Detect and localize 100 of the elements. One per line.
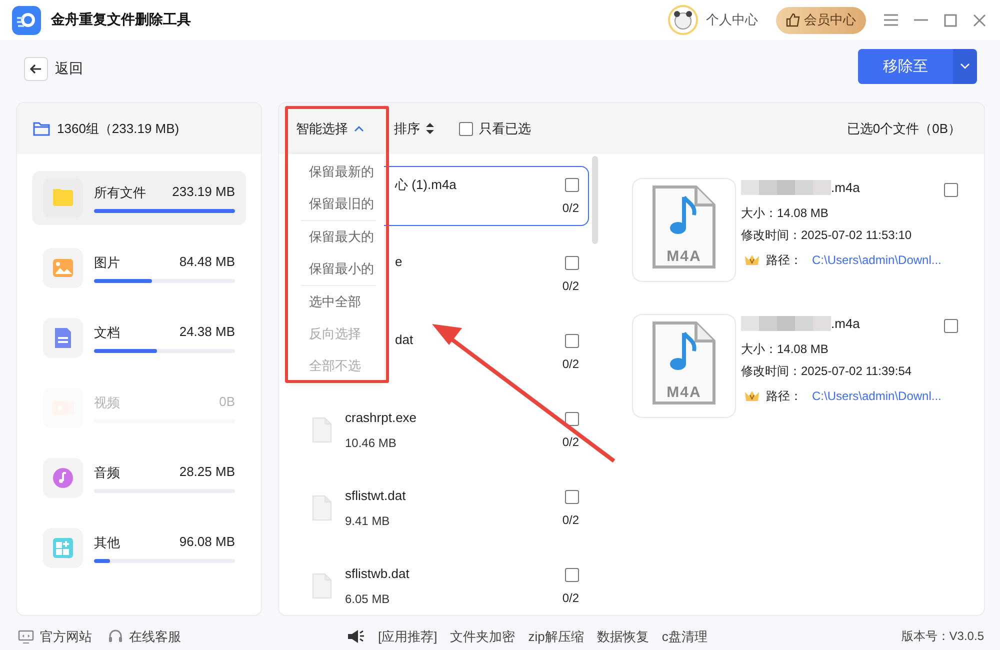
duplicate-count: 0/2 (562, 434, 579, 448)
folder-icon (33, 122, 50, 136)
file-name: dat (395, 332, 414, 348)
caret-icon (960, 63, 970, 69)
app-logo (12, 6, 41, 34)
back-arrow-icon (30, 64, 42, 74)
file-name: 心 (1).m4a (395, 176, 458, 194)
maximize-icon[interactable] (944, 14, 957, 26)
checkbox[interactable] (565, 490, 579, 504)
path-label: 路径： (766, 388, 802, 404)
image-icon (43, 248, 83, 288)
path-label: 路径： (766, 252, 802, 268)
avatar-icon[interactable] (668, 5, 698, 35)
only-selected-label[interactable]: 只看已选 (479, 120, 531, 138)
file-group-row[interactable]: sflistwb.dat 6.05 MB 0/2 (291, 556, 589, 615)
thumbs-up-icon (786, 13, 800, 27)
file-name: crashrpt.exe (345, 410, 418, 427)
app-title: 金舟重复文件删除工具 (51, 11, 191, 29)
dropdown-button[interactable] (953, 48, 977, 84)
category-name: 所有文件 (94, 184, 146, 202)
file-size: 6.05 MB (345, 592, 391, 606)
category-item[interactable]: 其他 96.08 MB (32, 521, 246, 575)
category-name: 视频 (94, 394, 120, 412)
audio-icon (43, 458, 83, 498)
checkbox[interactable] (565, 568, 579, 582)
category-size: 96.08 MB (179, 534, 235, 550)
file-size: 9.41 MB (345, 514, 391, 528)
version-label: 版本号：V3.0.5 (901, 628, 984, 645)
category-size: 84.48 MB (179, 254, 235, 270)
other-icon (43, 528, 83, 568)
crown-icon (744, 254, 760, 266)
menu-item[interactable]: 选中全部 (287, 286, 384, 318)
promo-link[interactable]: zip解压缩 (528, 628, 584, 646)
checkbox[interactable] (565, 334, 579, 348)
duplicate-count: 0/2 (562, 200, 579, 214)
file-name: sflistwt.dat (345, 488, 407, 504)
menu-icon[interactable] (884, 14, 898, 26)
monitor-icon (18, 630, 34, 644)
file-size: 大小：14.08 MB (741, 340, 830, 358)
category-size: 28.25 MB (179, 464, 235, 480)
category-item[interactable]: 图片 84.48 MB (32, 241, 246, 295)
checkbox[interactable] (565, 178, 579, 192)
scrollbar[interactable] (592, 156, 598, 244)
category-item[interactable]: 文档 24.38 MB (32, 311, 246, 365)
category-item[interactable]: 所有文件 233.19 MB (32, 171, 246, 225)
modified-time: 修改时间：2025-07-02 11:39:54 (741, 362, 913, 380)
smart-select-button[interactable]: 智能选择 (296, 120, 364, 138)
folder-icon (43, 178, 83, 218)
duplicate-count: 0/2 (562, 356, 579, 370)
group-summary: 1360组（233.19 MB) (57, 120, 180, 138)
duplicate-count: 0/2 (562, 590, 579, 604)
file-name: e (395, 254, 404, 270)
checkbox[interactable] (944, 319, 958, 333)
path-link[interactable]: C:\Users\admin\Downl... (812, 389, 942, 403)
promo-link[interactable]: c盘清理 (662, 628, 708, 646)
sort-icon (426, 123, 434, 134)
footer-link[interactable]: 官方网站 (40, 628, 92, 646)
file-icon (312, 573, 332, 599)
file-size: 大小：14.08 MB (741, 204, 830, 222)
profile-link[interactable]: 个人中心 (706, 11, 758, 29)
checkbox[interactable] (565, 412, 579, 426)
back-label[interactable]: 返回 (55, 60, 83, 78)
audio-file-icon (652, 185, 716, 269)
megaphone-icon (347, 629, 365, 644)
file-group-row[interactable]: crashrpt.exe 10.46 MB 0/2 (291, 400, 589, 460)
category-size: 233.19 MB (172, 184, 235, 200)
file-icon (312, 495, 332, 521)
category-name: 文档 (94, 324, 120, 342)
headset-icon (108, 629, 123, 644)
file-name: .m4a (741, 314, 944, 332)
duplicate-count: 0/2 (562, 278, 579, 292)
chevron-up-icon (354, 126, 364, 132)
sort-button[interactable]: 排序 (394, 120, 434, 138)
file-group-row[interactable]: sflistwt.dat 9.41 MB 0/2 (291, 478, 589, 538)
move-to-button[interactable]: 移除至 (858, 48, 953, 84)
file-size: 10.46 MB (345, 436, 398, 450)
checkbox[interactable] (565, 256, 579, 270)
modified-time: 修改时间：2025-07-02 11:53:10 (741, 226, 913, 244)
back-button[interactable] (24, 57, 48, 81)
path-link[interactable]: C:\Users\admin\Downl... (812, 253, 942, 267)
checkbox[interactable] (944, 183, 958, 197)
selected-summary: 已选0个文件（0B） (846, 120, 961, 138)
file-type-label: M4A (666, 384, 702, 401)
category-name: 其他 (94, 534, 120, 552)
promo-link[interactable]: 数据恢复 (596, 628, 649, 646)
promo-link[interactable]: 文件夹加密 (450, 628, 516, 646)
category-size: 24.38 MB (179, 324, 235, 340)
footer-link[interactable]: 在线客服 (129, 628, 181, 646)
audio-file-icon (652, 321, 716, 405)
category-name: 音频 (94, 464, 120, 482)
checkbox[interactable] (459, 122, 473, 136)
category-item[interactable]: 音频 28.25 MB (32, 451, 246, 505)
category-size: 0B (219, 394, 235, 410)
menu-item[interactable]: 保留最小的 (287, 253, 384, 285)
document-icon (43, 318, 83, 358)
file-name: .m4a (741, 178, 944, 196)
close-icon[interactable] (973, 14, 986, 26)
duplicate-count: 0/2 (562, 512, 579, 526)
vip-button[interactable]: 会员中心 (776, 6, 866, 34)
promo-label: [应用推荐] (378, 628, 438, 646)
